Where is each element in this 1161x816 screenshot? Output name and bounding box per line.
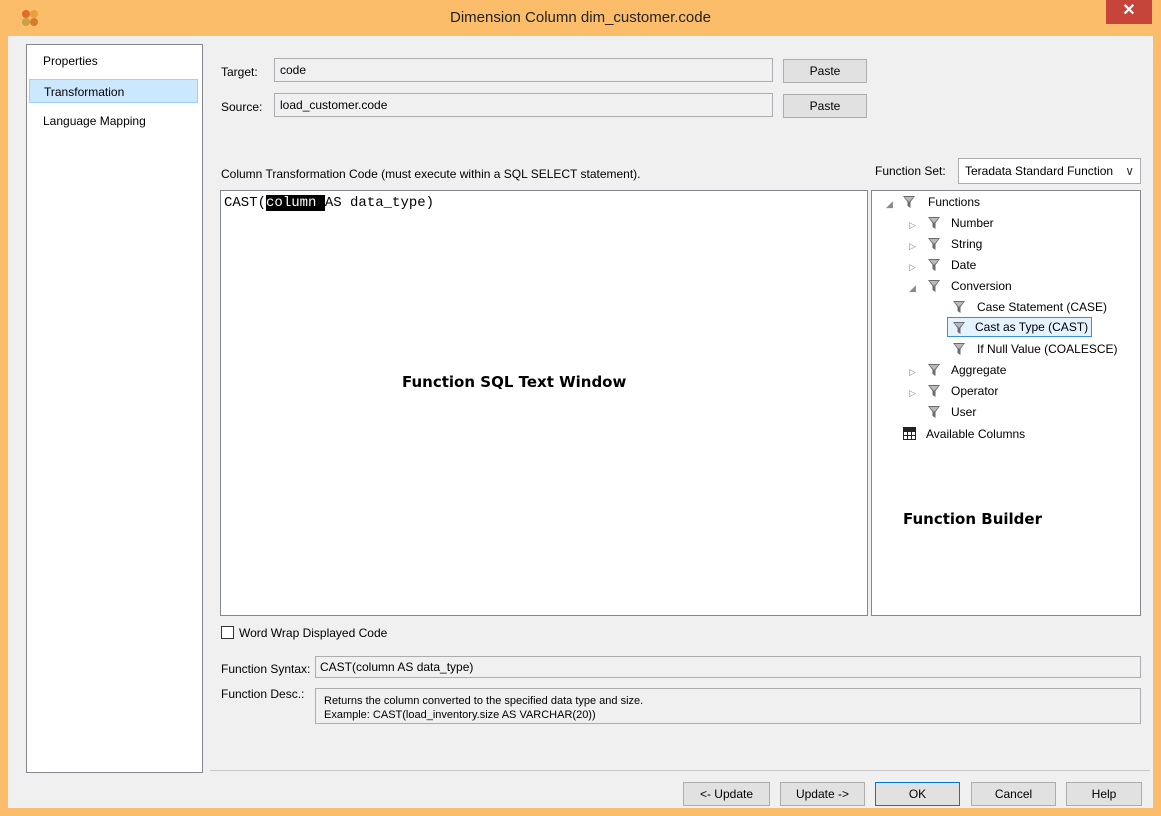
funnel-icon <box>928 216 940 230</box>
function-set-label: Function Set: <box>875 164 946 178</box>
tree-node-available-columns[interactable]: Available Columns <box>926 424 1025 444</box>
source-label: Source: <box>221 100 263 114</box>
funnel-icon <box>928 258 940 272</box>
syntax-field: CAST(column AS data_type) <box>315 656 1141 678</box>
nav-item-language-mapping[interactable]: Language Mapping <box>29 109 198 133</box>
desc-line-2: Example: CAST(load_inventory.size AS VAR… <box>324 709 596 721</box>
code-prefix: CAST( <box>224 195 267 211</box>
window-title: Dimension Column dim_customer.code <box>450 9 711 26</box>
tree-node-case[interactable]: Case Statement (CASE) <box>977 297 1107 317</box>
nav-item-transformation[interactable]: Transformation <box>29 79 198 103</box>
close-button[interactable]: ✕ <box>1106 0 1152 24</box>
sql-window-label: Function SQL Text Window <box>402 373 627 391</box>
cancel-button[interactable]: Cancel <box>971 782 1056 806</box>
collapse-icon[interactable]: ◢ <box>909 283 916 294</box>
grid-icon <box>903 427 916 440</box>
target-label: Target: <box>221 65 258 79</box>
tree-node-user[interactable]: User <box>951 402 976 422</box>
funnel-icon <box>928 405 940 419</box>
funnel-icon <box>953 321 965 335</box>
tree-node-aggregate[interactable]: Aggregate <box>951 360 1006 380</box>
desc-field: Returns the column converted to the spec… <box>315 688 1141 724</box>
code-suffix: AS data_type) <box>324 195 435 211</box>
tree-node-string[interactable]: String <box>951 234 982 254</box>
separator <box>210 770 1150 771</box>
word-wrap-checkbox[interactable] <box>221 626 234 639</box>
function-set-select[interactable]: Teradata Standard Function ∨ <box>958 158 1141 184</box>
target-field[interactable]: code <box>274 58 773 82</box>
syntax-label: Function Syntax: <box>221 662 311 676</box>
nav-list: Properties Transformation Language Mappi… <box>26 44 203 773</box>
function-set-value: Teradata Standard Function <box>965 164 1114 178</box>
window-frame-right <box>1153 36 1161 816</box>
funnel-icon <box>953 342 965 356</box>
desc-label: Function Desc.: <box>221 687 305 701</box>
tree-node-conversion[interactable]: Conversion <box>951 276 1012 296</box>
funnel-icon <box>903 195 915 209</box>
code-highlight: column <box>266 195 325 211</box>
function-builder-label: Function Builder <box>903 510 1042 528</box>
expand-icon[interactable]: ▷ <box>909 388 916 399</box>
tree-node-functions[interactable]: Functions <box>928 192 980 212</box>
ok-button[interactable]: OK <box>875 782 960 806</box>
tree-node-coalesce[interactable]: If Null Value (COALESCE) <box>977 339 1118 359</box>
tree-node-cast[interactable]: Cast as Type (CAST) <box>947 317 1093 337</box>
tree-node-operator[interactable]: Operator <box>951 381 998 401</box>
funnel-icon <box>953 300 965 314</box>
funnel-icon <box>928 237 940 251</box>
source-field[interactable]: load_customer.code <box>274 93 773 117</box>
expand-icon[interactable]: ▷ <box>909 241 916 252</box>
chevron-down-icon: ∨ <box>1125 164 1134 178</box>
word-wrap-label[interactable]: Word Wrap Displayed Code <box>239 626 387 640</box>
window-frame-bottom <box>0 808 1161 816</box>
code-heading: Column Transformation Code (must execute… <box>221 167 641 181</box>
tree-node-number[interactable]: Number <box>951 213 994 233</box>
expand-icon[interactable]: ▷ <box>909 262 916 273</box>
source-paste-button[interactable]: Paste <box>783 94 867 118</box>
tree-node-cast-label: Cast as Type (CAST) <box>975 320 1089 334</box>
update-forward-button[interactable]: Update -> <box>780 782 865 806</box>
target-paste-button[interactable]: Paste <box>783 59 867 83</box>
code-text[interactable]: CAST(column AS data_type) <box>224 195 434 211</box>
desc-line-1: Returns the column converted to the spec… <box>324 695 644 707</box>
help-button[interactable]: Help <box>1066 782 1142 806</box>
code-editor[interactable] <box>220 190 868 616</box>
function-tree[interactable] <box>871 190 1141 616</box>
funnel-icon <box>928 363 940 377</box>
expand-icon[interactable]: ▷ <box>909 220 916 231</box>
tree-node-date[interactable]: Date <box>951 255 976 275</box>
update-back-button[interactable]: <- Update <box>683 782 770 806</box>
window-frame-left <box>0 36 8 816</box>
funnel-icon <box>928 279 940 293</box>
collapse-icon[interactable]: ◢ <box>886 199 893 210</box>
funnel-icon <box>928 384 940 398</box>
nav-item-properties[interactable]: Properties <box>29 49 198 73</box>
close-icon: ✕ <box>1122 2 1136 19</box>
expand-icon[interactable]: ▷ <box>909 367 916 378</box>
